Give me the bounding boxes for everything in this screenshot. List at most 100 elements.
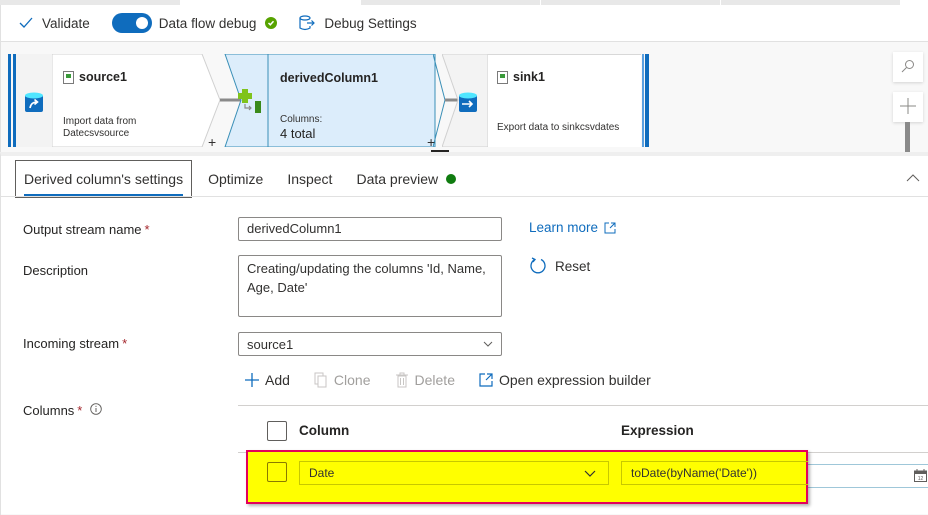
chevron-down-icon bbox=[584, 470, 596, 477]
source-node-icon-area[interactable] bbox=[16, 54, 52, 147]
trash-icon bbox=[395, 372, 409, 388]
csv-file-icon bbox=[497, 70, 508, 84]
learn-more-text: Learn more bbox=[529, 220, 599, 235]
reset-button[interactable]: Reset bbox=[529, 257, 590, 275]
tabs-divider bbox=[1, 196, 928, 197]
refresh-icon bbox=[529, 257, 547, 275]
clone-column-button[interactable]: Clone bbox=[314, 372, 371, 388]
output-stream-name-input[interactable]: derivedColumn1 bbox=[238, 217, 502, 241]
tab-derived-column-settings[interactable]: Derived column's settings bbox=[15, 160, 193, 198]
column-name-dropdown[interactable]: Date bbox=[299, 461, 609, 485]
divider bbox=[238, 405, 928, 406]
label-text: Columns bbox=[23, 403, 75, 418]
required-mark: * bbox=[144, 222, 150, 237]
expression-input[interactable]: toDate(byName('Date')) bbox=[621, 461, 808, 485]
debug-settings-button[interactable]: Debug Settings bbox=[299, 15, 417, 31]
sink-node-desc: Export data to sinkcsvdates bbox=[497, 122, 620, 133]
svg-text:12: 12 bbox=[918, 476, 924, 482]
tab-inspect[interactable]: Inspect bbox=[279, 160, 340, 198]
add-column-button[interactable]: Add bbox=[245, 372, 290, 388]
delete-column-button[interactable]: Delete bbox=[395, 372, 455, 388]
learn-more-link[interactable]: Learn more bbox=[529, 220, 616, 235]
status-dot-icon bbox=[446, 174, 457, 184]
output-stream-label: Output stream name * bbox=[23, 222, 150, 237]
source-desc-line1: Import data from bbox=[63, 116, 137, 127]
plus-icon bbox=[245, 373, 259, 387]
reset-text: Reset bbox=[555, 258, 591, 274]
calendar-icon[interactable]: 12 bbox=[914, 469, 927, 482]
chevron-up-icon bbox=[906, 170, 920, 185]
database-export-icon bbox=[459, 92, 477, 117]
label-text: Output stream name bbox=[23, 222, 142, 237]
select-all-checkbox[interactable] bbox=[267, 421, 287, 441]
incoming-stream-label: Incoming stream * bbox=[23, 336, 127, 351]
debug-settings-icon bbox=[299, 15, 316, 31]
open-builder-label: Open expression builder bbox=[498, 372, 651, 388]
incoming-stream-dropdown[interactable]: source1 bbox=[238, 332, 502, 356]
clone-label: Clone bbox=[333, 372, 371, 388]
chevron-down-icon bbox=[483, 341, 493, 347]
add-transform-button[interactable]: + bbox=[208, 134, 216, 150]
sink-title-text: sink1 bbox=[513, 70, 545, 84]
add-label: Add bbox=[265, 372, 290, 388]
dropdown-value: source1 bbox=[247, 336, 294, 352]
columns-label: Columns * bbox=[23, 403, 102, 418]
add-transform-button[interactable]: + bbox=[427, 134, 435, 150]
tab-data-preview[interactable]: Data preview bbox=[348, 160, 464, 198]
column-actions: Add Clone Delete Open expression builder bbox=[245, 372, 675, 388]
source-title-text: source1 bbox=[79, 70, 127, 84]
selection-bar bbox=[642, 54, 644, 147]
checkmark-icon bbox=[19, 17, 33, 29]
success-check-icon bbox=[265, 17, 278, 29]
data-flow-debug-toggle[interactable]: Data flow debug bbox=[111, 13, 278, 33]
required-mark: * bbox=[122, 336, 128, 351]
tab-label: Derived column's settings bbox=[24, 171, 184, 187]
tab-label: Inspect bbox=[287, 171, 333, 187]
copy-icon bbox=[314, 372, 328, 388]
expression-input-extension[interactable] bbox=[808, 464, 928, 488]
info-icon[interactable] bbox=[90, 403, 102, 415]
selection-bar bbox=[8, 54, 11, 147]
description-label: Description bbox=[23, 263, 89, 278]
debug-settings-label: Debug Settings bbox=[324, 15, 417, 31]
expression-header: Expression bbox=[621, 423, 694, 438]
zoom-slider[interactable] bbox=[905, 122, 910, 152]
derived-column-icon bbox=[238, 89, 264, 118]
derived-columns-count: 4 total bbox=[280, 126, 316, 141]
source-desc-line2: Datecsvsource bbox=[63, 128, 130, 139]
external-link-icon bbox=[604, 222, 616, 234]
csv-file-icon bbox=[63, 70, 74, 84]
description-textarea[interactable]: Creating/updating the columns 'Id, Name,… bbox=[238, 255, 502, 317]
source-node-title[interactable]: source1 bbox=[63, 70, 127, 84]
selection-bar bbox=[645, 54, 649, 147]
collapse-button[interactable] bbox=[906, 170, 920, 185]
column-name-value: Date bbox=[309, 466, 335, 480]
open-expression-builder-button[interactable]: Open expression builder bbox=[479, 372, 651, 388]
sink-node-title[interactable]: sink1 bbox=[497, 70, 545, 84]
row-checkbox[interactable] bbox=[267, 462, 287, 482]
tab-label: Data preview bbox=[356, 171, 439, 187]
external-link-icon bbox=[479, 373, 493, 387]
tab-optimize[interactable]: Optimize bbox=[200, 160, 271, 198]
data-flow-canvas[interactable]: source1 Import data from Datecsvsource +… bbox=[0, 42, 928, 154]
database-import-icon bbox=[25, 92, 43, 117]
source-node-desc: Import data from Datecsvsource bbox=[63, 116, 136, 140]
highlighted-column-row: Date toDate(byName('Date')) bbox=[246, 450, 808, 504]
debug-label: Data flow debug bbox=[158, 15, 257, 31]
validate-button[interactable]: Validate bbox=[19, 16, 90, 31]
validate-label: Validate bbox=[42, 15, 90, 31]
zoom-in-button[interactable] bbox=[893, 92, 923, 122]
derived-columns-label: Columns: bbox=[280, 114, 323, 125]
column-header: Column bbox=[299, 423, 350, 438]
toggle-switch[interactable] bbox=[111, 13, 152, 33]
toolbar: Validate Data flow debug Debug Settings bbox=[0, 5, 928, 42]
required-mark: * bbox=[77, 403, 83, 418]
settings-tabs: Derived column's settings Optimize Inspe… bbox=[15, 160, 472, 198]
derived-node-title[interactable]: derivedColumn1 bbox=[280, 71, 378, 85]
plus-icon bbox=[900, 97, 916, 117]
settings-panel: Derived column's settings Optimize Inspe… bbox=[0, 152, 928, 515]
tab-label: Optimize bbox=[208, 171, 264, 187]
delete-label: Delete bbox=[414, 372, 455, 388]
label-text: Incoming stream bbox=[23, 336, 120, 351]
search-button[interactable] bbox=[893, 52, 923, 82]
